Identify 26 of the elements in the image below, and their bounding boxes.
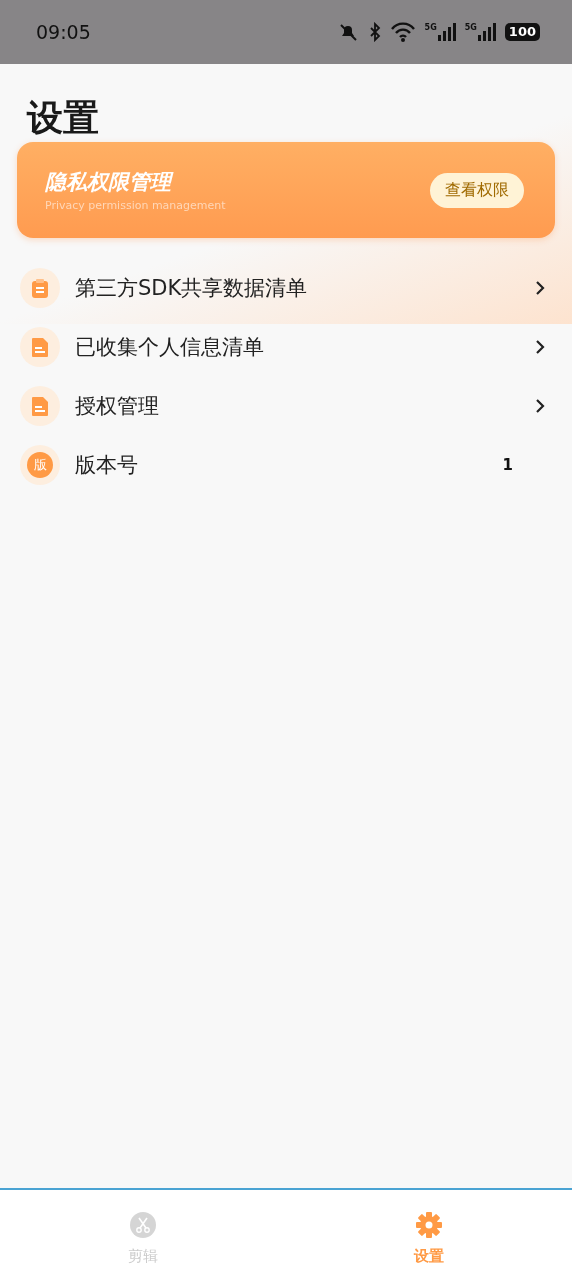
- menu-item[interactable]: 第三方SDK共享数据清单: [75, 273, 520, 302]
- menu-item[interactable]: 授权管理: [75, 391, 520, 420]
- version-badge-icon: 版: [20, 444, 60, 485]
- document-icon: [20, 385, 60, 426]
- signal-icon: [437, 23, 456, 41]
- battery-level: 100: [504, 23, 540, 41]
- chevron-right-icon: [535, 279, 545, 296]
- view-permissions-button[interactable]: 查看权限: [430, 172, 524, 208]
- card-title: 隐私权限管理: [45, 168, 430, 196]
- document-icon: [20, 326, 60, 367]
- clipboard-icon: [20, 267, 60, 308]
- chevron-right-icon: [535, 397, 545, 414]
- wifi-icon: [389, 21, 416, 43]
- version-number: 1: [502, 455, 513, 474]
- muted-bell-icon: [337, 22, 358, 42]
- clock: 09:05: [36, 21, 92, 43]
- network-label: 5G: [424, 23, 437, 32]
- signal-icon: [477, 23, 496, 41]
- settings-icon: [415, 1211, 443, 1239]
- page-title: 设置: [25, 96, 100, 140]
- menu-item[interactable]: 版本号: [75, 450, 488, 479]
- chevron-right-icon: [535, 338, 545, 355]
- network-label: 5G: [464, 23, 477, 32]
- menu-item[interactable]: 已收集个人信息清单: [75, 332, 520, 361]
- card-subtitle: Privacy permission management: [45, 199, 227, 212]
- scissors-icon: [129, 1211, 157, 1239]
